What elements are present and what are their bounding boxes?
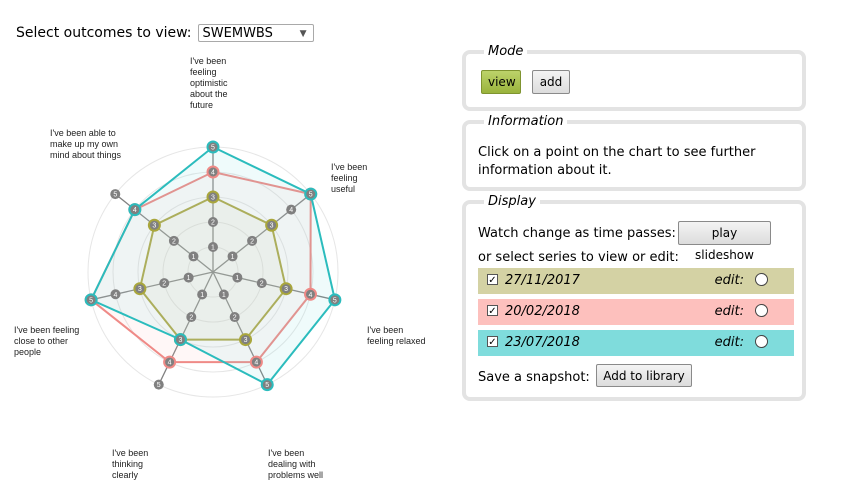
scale-node-label: 5 <box>113 192 117 199</box>
series-point-label: 4 <box>133 207 137 214</box>
axis-label: I've been feeling relaxed <box>367 325 426 346</box>
mode-legend: Mode <box>484 44 528 59</box>
series-checkbox[interactable]: ✓ <box>487 274 498 286</box>
series-point-label: 3 <box>152 223 156 230</box>
scale-node-label: 4 <box>289 207 293 214</box>
outcome-select-value: SWEMWBS <box>202 26 273 41</box>
outcome-select-label: Select outcomes to view: <box>16 25 192 41</box>
scale-node-label: 2 <box>172 238 176 245</box>
series-row-2018-07-23[interactable]: ✓ 23/07/2018 edit: <box>478 330 794 356</box>
series-polygon-2 <box>89 145 336 386</box>
scale-node-label: 4 <box>114 292 118 299</box>
scale-node-label: 2 <box>162 281 166 288</box>
series-row-2017-11-27[interactable]: ✓ 27/11/2017 edit: <box>478 268 794 294</box>
display-panel: Display Watch change as time passes: pla… <box>462 194 806 401</box>
series-date: 27/11/2017 <box>505 273 580 288</box>
scale-node-label: 2 <box>233 315 237 322</box>
series-point-label: 3 <box>211 195 215 202</box>
scale-node-label: 2 <box>211 220 215 227</box>
scale-node-label: 1 <box>211 245 215 252</box>
play-slideshow-button[interactable]: play slideshow <box>678 221 771 262</box>
series-point-label: 5 <box>89 297 93 304</box>
series-date: 23/07/2018 <box>505 335 580 350</box>
scale-node-label: 2 <box>250 238 254 245</box>
information-legend: Information <box>484 114 568 129</box>
series-point-label: 3 <box>179 337 183 344</box>
outcome-select[interactable]: SWEMWBS ▼ <box>197 24 314 42</box>
edit-label: edit: <box>714 335 744 350</box>
series-row-2018-02-20[interactable]: ✓ 20/02/2018 edit: <box>478 299 794 325</box>
scale-node-label: 1 <box>231 254 235 261</box>
edit-radio[interactable] <box>755 304 768 317</box>
radar-chart[interactable]: 121241212125124125333333345444545555354I… <box>0 44 440 499</box>
watch-change-text: Watch change as time passes: <box>478 226 676 241</box>
mode-panel: Mode view add <box>462 44 806 111</box>
view-button[interactable]: view <box>481 70 521 94</box>
edit-label: edit: <box>714 304 744 319</box>
series-checkbox[interactable]: ✓ <box>487 305 498 317</box>
series-point-label: 5 <box>265 382 269 389</box>
series-date: 20/02/2018 <box>505 304 580 319</box>
axis-label: I've been thinking clearly <box>112 448 148 480</box>
scale-node-label: 1 <box>192 254 196 261</box>
add-to-library-button[interactable]: Add to library <box>596 364 692 387</box>
axis-label: I've been feeling optimistic about the futur… <box>190 56 228 110</box>
scale-node-label: 5 <box>157 382 161 389</box>
chevron-down-icon: ▼ <box>299 29 307 39</box>
edit-radio[interactable] <box>755 273 768 286</box>
series-point-label: 3 <box>244 337 248 344</box>
axis-label: I've been able to make up my own mind abou… <box>50 128 122 160</box>
series-point-label: 5 <box>211 145 215 152</box>
series-point-label: 4 <box>254 360 258 367</box>
axis-label: I've been feeling useful <box>331 162 367 194</box>
edit-label: edit: <box>714 273 744 288</box>
information-text: Click on a point on the chart to see fur… <box>478 145 756 178</box>
scale-node-label: 1 <box>222 292 226 299</box>
information-panel: Information Click on a point on the char… <box>462 114 806 191</box>
add-button[interactable]: add <box>532 70 570 94</box>
save-snapshot-text: Save a snapshot: <box>478 370 590 385</box>
axis-label: I've been feeling close to other people <box>14 325 79 357</box>
series-checkbox[interactable]: ✓ <box>487 336 498 348</box>
series-point-label: 5 <box>333 297 337 304</box>
scale-node-label: 2 <box>260 281 264 288</box>
series-point-label: 4 <box>309 292 313 299</box>
scale-node-label: 1 <box>200 292 204 299</box>
series-point-label: 3 <box>284 286 288 293</box>
scale-node-label: 1 <box>235 275 239 282</box>
axis-label: I've been dealing with problems well <box>268 448 323 480</box>
series-point-label: 4 <box>211 170 215 177</box>
scale-node-label: 1 <box>187 275 191 282</box>
series-point-label: 3 <box>138 286 142 293</box>
series-point-label: 3 <box>270 223 274 230</box>
edit-radio[interactable] <box>755 335 768 348</box>
scale-node-label: 2 <box>189 315 193 322</box>
display-legend: Display <box>484 194 540 209</box>
select-series-text: or select series to view or edit: <box>478 250 679 265</box>
series-point-label: 4 <box>168 360 172 367</box>
series-point-label: 5 <box>309 192 313 199</box>
outcome-selector-row: Select outcomes to view: SWEMWBS ▼ <box>16 24 314 42</box>
